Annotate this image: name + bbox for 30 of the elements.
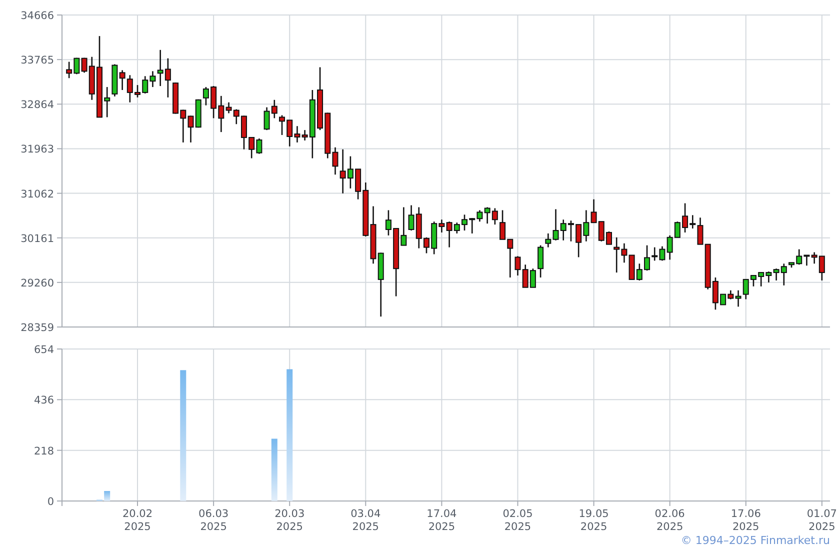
axis-label: 03.04 2025 bbox=[350, 508, 381, 533]
axis-label: 02.06 2025 bbox=[654, 508, 685, 533]
axis-label: 20.03 2025 bbox=[274, 508, 305, 533]
volume-bar bbox=[104, 491, 110, 501]
axis-label: 17.06 2025 bbox=[730, 508, 761, 533]
axis-label: 436 bbox=[34, 394, 54, 407]
axis-label: 02.05 2025 bbox=[502, 508, 533, 533]
axis-label: 20.02 2025 bbox=[122, 508, 153, 533]
candlestick bbox=[788, 262, 794, 268]
axis-label: 19.05 2025 bbox=[578, 508, 609, 533]
candlestick bbox=[385, 210, 392, 236]
axis-label: 31963 bbox=[20, 144, 54, 156]
axis-label: 17.04 2025 bbox=[426, 508, 457, 533]
candlestick bbox=[462, 214, 468, 230]
axis-label: 218 bbox=[34, 445, 54, 458]
axis-label: 33765 bbox=[20, 54, 54, 67]
axis-label: 32864 bbox=[20, 99, 54, 112]
axis-label: 34666 bbox=[20, 10, 54, 22]
axis-label: 06.03 2025 bbox=[198, 508, 229, 533]
axis-label: 654 bbox=[34, 344, 54, 356]
candlestick bbox=[606, 231, 612, 245]
candlestick bbox=[279, 115, 285, 135]
axis-label: 31062 bbox=[20, 188, 54, 200]
axis-label: 30161 bbox=[20, 232, 54, 245]
axis-label: 28359 bbox=[20, 322, 54, 334]
axis-label: 29260 bbox=[20, 277, 54, 290]
axis-label: 01.07 2025 bbox=[806, 508, 837, 533]
volume-bar bbox=[271, 438, 278, 501]
axis-label: 0 bbox=[47, 496, 54, 508]
copyright-text: © 1994–2025 Finmarket.ru bbox=[680, 534, 830, 547]
